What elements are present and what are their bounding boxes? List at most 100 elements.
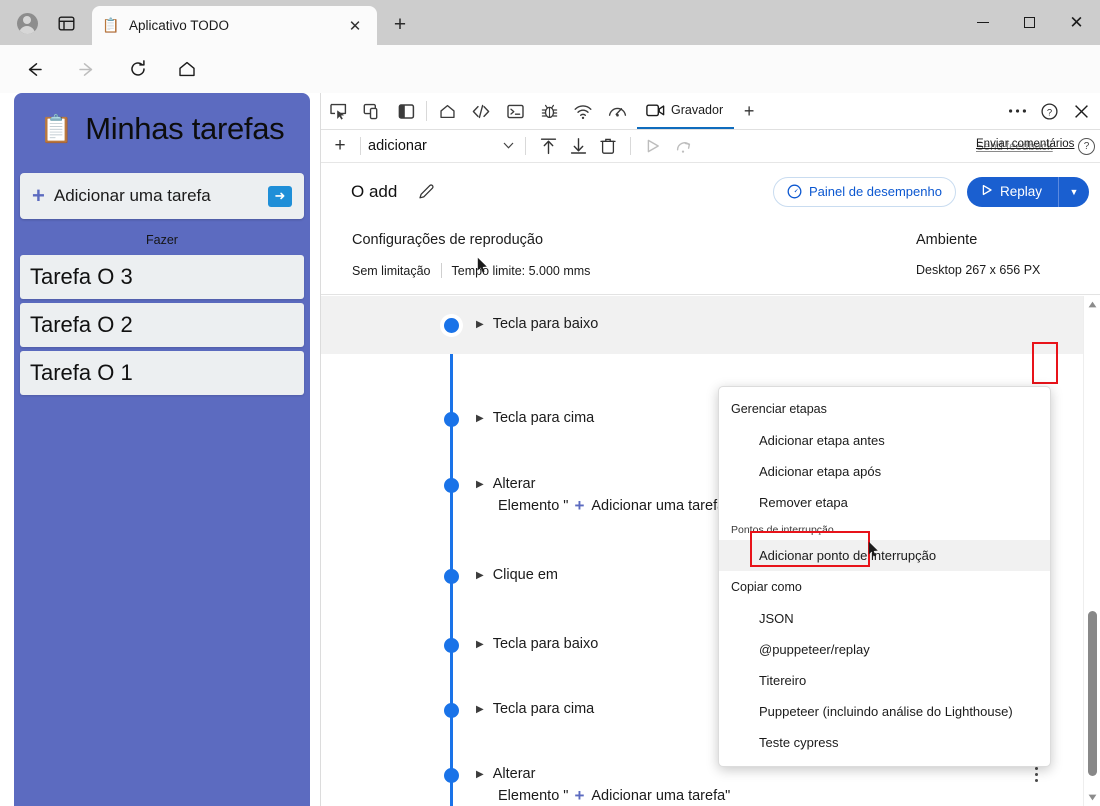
menu-item-copy-titereiro[interactable]: Titereiro — [719, 665, 1050, 696]
menu-item-copy-json[interactable]: JSON — [719, 603, 1050, 634]
menu-item-add-step-before[interactable]: Adicionar etapa antes — [719, 425, 1050, 456]
step-list-scrollbar[interactable] — [1083, 296, 1100, 806]
reload-button[interactable] — [122, 53, 154, 85]
step-detail-prefix: Elemento " — [498, 498, 568, 514]
forward-button[interactable] — [70, 53, 102, 85]
clipboard-icon: 📋 — [102, 17, 120, 35]
replay-options-button[interactable]: ▼ — [1058, 177, 1089, 207]
replay-button[interactable]: Replay — [967, 177, 1058, 207]
todo-section-label: Fazer — [14, 233, 310, 247]
devtools-help-button[interactable]: ? — [1033, 93, 1065, 129]
feedback-label-pt: Enviar comentários — [976, 138, 1074, 150]
plus-icon: + — [574, 786, 584, 806]
expand-caret-icon[interactable]: ▶ — [476, 479, 484, 490]
menu-item-remove-step[interactable]: Remover etapa — [719, 487, 1050, 518]
menu-item-copy-puppeteer-lighthouse[interactable]: Puppeteer (incluindo análise do Lighthou… — [719, 696, 1050, 727]
feedback-link[interactable]: Send feedback Enviar comentários — [976, 138, 1088, 154]
tab-welcome[interactable] — [430, 93, 464, 129]
performance-insights-icon — [787, 184, 802, 199]
tab-network[interactable] — [566, 93, 600, 129]
task-label: Tarefa O 3 — [30, 264, 133, 290]
maximize-button[interactable] — [1006, 0, 1053, 45]
inspect-element-button[interactable] — [321, 93, 355, 129]
environment-group: Ambiente Desktop 267 x 656 PX — [916, 232, 1040, 277]
task-label: Tarefa O 2 — [30, 312, 133, 338]
step-dot — [444, 569, 459, 584]
tab-recorder[interactable]: Gravador — [637, 93, 734, 129]
timeout-value[interactable]: Tempo limite: 5.000 mms — [452, 264, 591, 278]
playback-settings-title: Configurações de reprodução — [352, 232, 590, 248]
maximize-icon — [1024, 17, 1035, 28]
edit-recording-name-button[interactable] — [413, 179, 439, 205]
window-close-button[interactable]: ✕ — [1053, 0, 1100, 45]
step-title: Tecla para cima — [493, 701, 595, 717]
step-dot — [444, 703, 459, 718]
environment-values: Desktop 267 x 656 PX — [916, 263, 1040, 277]
continue-button[interactable] — [668, 133, 698, 159]
device-emulation-button[interactable] — [355, 93, 389, 129]
menu-item-copy-puppeteer-replay[interactable]: @puppeteer/replay — [719, 634, 1050, 665]
divider — [426, 101, 427, 121]
recorder-camera-icon — [646, 103, 665, 118]
replay-recording-button[interactable] — [638, 133, 668, 159]
expand-caret-icon[interactable]: ▶ — [476, 570, 484, 581]
reload-icon — [128, 59, 148, 79]
tab-performance[interactable] — [600, 93, 634, 129]
more-tools-ellipsis-icon — [1008, 108, 1027, 114]
import-recording-button[interactable] — [533, 133, 563, 159]
browser-tab[interactable]: 📋 Aplicativo TODO ✕ — [92, 6, 377, 45]
feedback-area[interactable]: Send feedback Enviar comentários ? — [976, 138, 1100, 155]
new-tab-button[interactable]: + — [386, 11, 414, 39]
triangle-up-icon — [1088, 301, 1097, 308]
recording-select[interactable]: adicionar — [368, 134, 518, 158]
tab-actions-icon[interactable] — [53, 10, 79, 36]
home-icon — [438, 102, 457, 121]
add-panel-button[interactable]: + — [734, 93, 764, 129]
scroll-up-button[interactable] — [1084, 296, 1100, 313]
list-item[interactable]: Tarefa O 2 — [20, 303, 304, 347]
profile-avatar-button[interactable] — [12, 8, 42, 38]
task-label: Tarefa O 1 — [30, 360, 133, 386]
step-row[interactable]: ▶Tecla para baixo — [321, 296, 1084, 354]
delete-recording-button[interactable] — [593, 133, 623, 159]
close-icon[interactable]: ✕ — [343, 14, 367, 38]
performance-panel-button[interactable]: Painel de desempenho — [773, 177, 956, 207]
divider — [360, 137, 361, 155]
menu-item-copy-cypress[interactable]: Teste cypress — [719, 727, 1050, 758]
menu-item-add-breakpoint[interactable]: Adicionar ponto de interrupção — [719, 540, 1050, 571]
plus-icon: + — [32, 183, 45, 209]
minimize-button[interactable] — [959, 0, 1006, 45]
list-item[interactable]: Tarefa O 3 — [20, 255, 304, 299]
tab-console[interactable] — [498, 93, 532, 129]
throttling-value[interactable]: Sem limitação — [352, 264, 431, 278]
tab-elements[interactable] — [464, 93, 498, 129]
back-button[interactable] — [18, 53, 50, 85]
kebab-dot — [1035, 779, 1038, 782]
home-button[interactable] — [171, 53, 203, 85]
expand-caret-icon[interactable]: ▶ — [476, 704, 484, 715]
add-task-field[interactable]: + Adicionar uma tarefa ➜ — [20, 173, 304, 219]
menu-item-add-step-after[interactable]: Adicionar etapa após — [719, 456, 1050, 487]
scrollbar-thumb[interactable] — [1088, 611, 1097, 776]
expand-caret-icon[interactable]: ▶ — [476, 639, 484, 650]
submit-task-button[interactable]: ➜ — [268, 186, 292, 207]
new-recording-button[interactable]: + — [327, 133, 353, 159]
context-menu-group-label: Pontos de interrupção — [719, 518, 1050, 540]
expand-caret-icon[interactable]: ▶ — [476, 413, 484, 424]
expand-caret-icon[interactable]: ▶ — [476, 319, 484, 330]
expand-caret-icon[interactable]: ▶ — [476, 769, 484, 780]
list-item[interactable]: Tarefa O 1 — [20, 351, 304, 395]
devtools-tab-bar: Gravador + ? — [321, 93, 1100, 130]
step-detail-prefix: Elemento " — [498, 788, 568, 804]
step-dot — [444, 768, 459, 783]
devtools-close-button[interactable] — [1065, 93, 1097, 129]
dock-side-button[interactable] — [389, 93, 423, 129]
performance-icon — [607, 102, 628, 121]
scroll-down-button[interactable] — [1084, 789, 1100, 806]
close-devtools-icon — [1073, 103, 1090, 120]
export-recording-button[interactable] — [563, 133, 593, 159]
devtools-tabbar-right: ? — [1001, 93, 1097, 129]
devtools-more-button[interactable] — [1001, 93, 1033, 129]
tab-sources[interactable] — [532, 93, 566, 129]
triangle-down-icon — [1088, 794, 1097, 801]
